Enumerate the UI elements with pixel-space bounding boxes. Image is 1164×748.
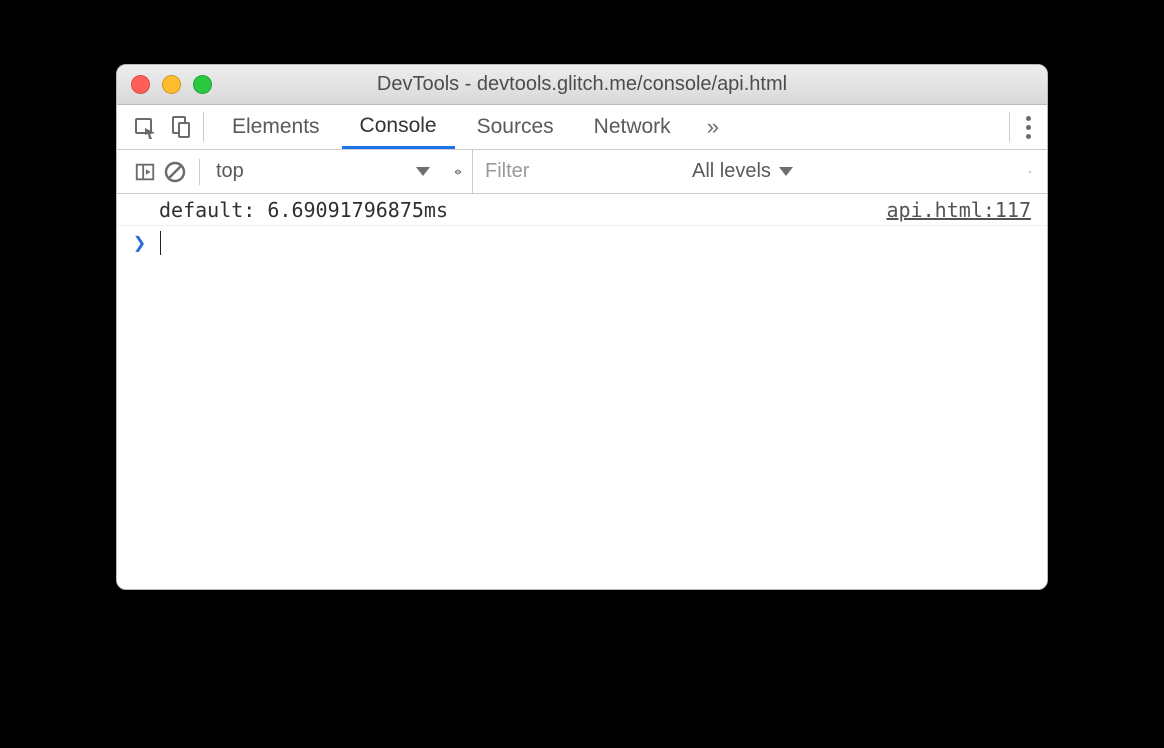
log-levels-select[interactable]: All levels [682,160,803,183]
window-title: DevTools - devtools.glitch.me/console/ap… [117,73,1047,96]
titlebar: DevTools - devtools.glitch.me/console/ap… [117,65,1047,105]
console-toolbar-left [117,158,193,186]
chevron-right-double-icon: » [707,114,719,140]
prompt-chevron-icon: ❯ [133,231,146,256]
live-expression-icon[interactable] [444,158,472,186]
devtools-window: DevTools - devtools.glitch.me/console/ap… [116,64,1048,590]
log-message: default: 6.69091796875ms [159,198,887,222]
inspect-element-icon[interactable] [131,113,159,141]
log-levels-label: All levels [692,160,771,183]
clear-console-icon[interactable] [161,158,189,186]
execution-context-label: top [216,160,244,183]
device-toolbar-icon[interactable] [167,113,195,141]
dropdown-triangle-icon [416,167,430,176]
console-log-area: default: 6.69091796875ms api.html:117 ❯ [117,194,1047,589]
kebab-menu-icon[interactable] [1022,112,1035,143]
minimize-window-button[interactable] [162,75,181,94]
zoom-window-button[interactable] [193,75,212,94]
tabs-overflow-button[interactable]: » [693,114,733,140]
inspect-controls [117,112,204,142]
toggle-console-sidebar-icon[interactable] [131,158,159,186]
close-window-button[interactable] [131,75,150,94]
filter-input-container [472,150,682,193]
execution-context-select[interactable]: top [206,160,436,183]
console-filter-input[interactable] [485,160,670,183]
toolbar-divider [199,159,200,185]
console-settings-icon[interactable] [1019,158,1047,186]
log-source-link[interactable]: api.html:117 [887,198,1032,222]
text-caret [160,231,161,255]
tab-sources[interactable]: Sources [459,105,572,149]
console-toolbar: top All levels [117,150,1047,194]
tab-network[interactable]: Network [576,105,689,149]
window-controls [131,75,212,94]
dropdown-triangle-icon [779,167,793,176]
console-log-entry[interactable]: default: 6.69091796875ms api.html:117 [117,194,1047,226]
devtools-menu [1009,112,1047,142]
panel-tabs: Elements Console Sources Network » [204,105,1009,149]
console-prompt[interactable]: ❯ [117,226,1047,260]
devtools-tabs-row: Elements Console Sources Network » [117,105,1047,150]
tab-elements[interactable]: Elements [214,105,338,149]
tab-console[interactable]: Console [342,105,455,149]
